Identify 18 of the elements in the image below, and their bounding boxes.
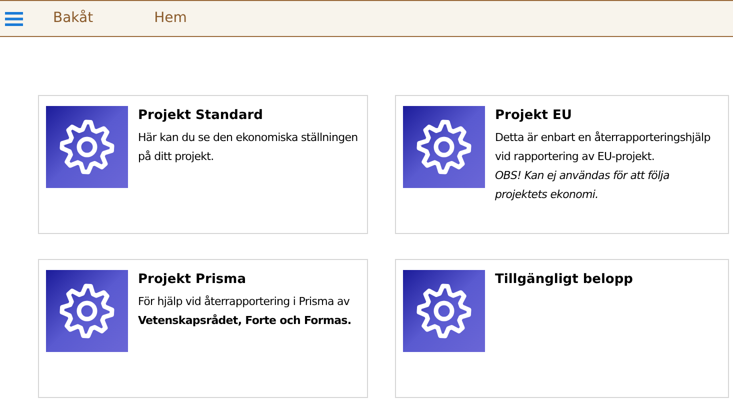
project-card[interactable]: Projekt Standard Här kan du se den ekonomiska ställningen på ditt projekt.: [38, 95, 368, 234]
card-description: OBS! Kan ej användas för att följa projektets ekonomi.: [495, 168, 670, 202]
card-description: För hjälp vid återrapportering i Prisma av Vetenskapsrådet, Forte och Formas.: [138, 294, 352, 328]
card-title: Projekt EU: [495, 107, 573, 125]
card-description: Detta är enbart en återrapporteringshjälp vid rapportering av EU-projekt.: [495, 130, 712, 164]
card-description: Här kan du se den ekonomiska ställningen på ditt projekt.: [138, 130, 359, 164]
home-link[interactable]: Hem: [154, 8, 187, 29]
card-title: Projekt Standard: [138, 107, 264, 125]
gear-icon: [46, 106, 128, 188]
gear-icon: [46, 270, 128, 352]
back-link[interactable]: Bakåt: [53, 8, 94, 29]
card-title: Tillgängligt belopp: [495, 271, 633, 289]
project-card[interactable]: Projekt EU Detta är enbart en återrapporteringshjälp vid rapportering av EU-projekt. OBS! Kan ej användas för att följa projektets ekonomi.: [395, 95, 729, 234]
card-title: Projekt Prisma: [138, 271, 247, 289]
project-card[interactable]: Projekt Prisma För hjälp vid återrapportering i Prisma av Vetenskapsrådet, Forte och Formas.: [38, 259, 368, 398]
gear-icon: [403, 106, 485, 188]
gear-icon: [403, 270, 485, 352]
project-card[interactable]: Tillgängligt belopp: [395, 259, 729, 398]
